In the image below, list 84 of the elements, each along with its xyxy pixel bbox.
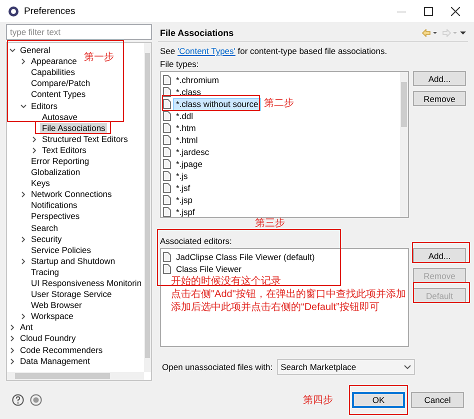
chevron-down-icon[interactable] <box>9 47 16 54</box>
highlight-frame <box>349 385 408 415</box>
app-icon <box>8 6 19 16</box>
tree-item[interactable]: Code Recommenders <box>18 344 105 356</box>
add-button[interactable]: Add... <box>413 71 466 86</box>
list-scrollbar[interactable] <box>400 72 408 217</box>
open-with-dropdown[interactable]: Search Marketplace <box>276 359 415 375</box>
file-type-item[interactable]: *.ddl <box>173 110 196 122</box>
tree-item[interactable]: Keys <box>29 178 52 190</box>
forward-arrow-icon[interactable] <box>442 28 466 36</box>
tree-item[interactable]: Web Browser <box>29 300 84 312</box>
intro-text: See 'Content Types' for content-type based file associations. <box>160 45 388 58</box>
tree-item[interactable]: Notifications <box>29 200 80 212</box>
tree-item[interactable]: User Storage Service <box>29 289 114 300</box>
step-label: 第四步 <box>303 394 333 407</box>
remove-button[interactable]: Remove <box>413 91 466 106</box>
file-type-item[interactable]: *.htm <box>173 122 199 134</box>
window-title: Preferences <box>24 6 76 16</box>
file-type-item[interactable]: *.html <box>173 134 201 146</box>
file-type-item[interactable]: *.jsp <box>173 194 196 206</box>
back-arrow-icon[interactable] <box>422 28 438 36</box>
tree-item[interactable]: File Associations <box>40 122 108 134</box>
tree-item[interactable]: Network Connections <box>29 189 114 200</box>
annotation-note: 开始的时候没有这个记录 <box>171 275 282 288</box>
file-type-item[interactable]: *.jspf <box>173 206 198 218</box>
close-icon <box>450 6 460 16</box>
tree-item[interactable]: General <box>18 45 52 56</box>
tree-item[interactable]: Appearance <box>29 56 79 68</box>
tree-item[interactable]: Autosave <box>40 112 80 123</box>
step-label: 第一步 <box>84 50 114 64</box>
horizontal-scrollbar[interactable] <box>7 372 144 380</box>
tree-item[interactable]: Tracing <box>29 266 62 278</box>
open-with-label: Open unassociated files with: <box>162 360 273 374</box>
tree-item[interactable]: Perspectives <box>29 211 82 222</box>
tree-item[interactable]: Structured Text Editors <box>40 134 130 145</box>
annotation-note: 添加后选中此项并点击右侧的“Default”按钮即可 <box>171 301 380 314</box>
file-type-item[interactable]: *.class without source <box>173 98 262 110</box>
tree-item[interactable]: Error Reporting <box>29 156 92 167</box>
tree-item[interactable]: Compare/Patch <box>29 78 92 90</box>
file-type-item[interactable]: *.chromium <box>173 74 222 86</box>
add-button[interactable]: Add... <box>413 248 466 263</box>
step-label: 第二步 <box>264 96 294 110</box>
tree-item[interactable]: Service Policies <box>29 244 93 256</box>
tree-item[interactable]: Cloud Foundry <box>18 333 78 344</box>
chevron-right-icon[interactable] <box>20 258 27 265</box>
maximize-icon <box>424 6 432 16</box>
tree-item[interactable]: Startup and Shutdown <box>29 256 118 267</box>
file-type-item[interactable]: *.js <box>173 170 191 182</box>
tree-item[interactable]: Data Management <box>18 356 92 367</box>
highlight-frame <box>412 242 470 263</box>
help-icon[interactable] <box>12 394 24 406</box>
ok-button[interactable]: OK <box>352 392 405 408</box>
file-type-item[interactable]: *.jpage <box>173 158 206 170</box>
file-type-item[interactable]: *.class <box>173 86 204 98</box>
page-title: File Associations <box>160 28 235 38</box>
chevron-right-icon[interactable] <box>20 58 27 66</box>
vertical-scrollbar[interactable] <box>144 43 151 372</box>
file-type-item[interactable]: *.jardesc <box>173 146 212 158</box>
tree-item[interactable]: Ant <box>18 322 35 334</box>
tree-item[interactable]: Capabilities <box>29 67 77 78</box>
tree-item[interactable]: Text Editors <box>40 144 88 156</box>
chevron-right-icon[interactable] <box>20 191 27 198</box>
chevron-down-icon[interactable] <box>20 102 27 110</box>
tree-item[interactable]: Security <box>29 234 64 245</box>
filter-field[interactable]: type filter text <box>6 24 152 40</box>
cancel-button[interactable]: Cancel <box>411 392 464 408</box>
chevron-right-icon[interactable] <box>20 236 27 243</box>
content-types-link[interactable]: 'Content Types' <box>178 46 236 56</box>
editor-item[interactable]: JadClipse Class File Viewer (default) <box>173 250 318 264</box>
step-label: 第三步 <box>255 216 285 230</box>
file-type-item[interactable]: *.jsf <box>173 182 194 194</box>
record-icon[interactable] <box>30 394 42 406</box>
file-types-label: File types: <box>160 58 200 71</box>
highlight-frame <box>413 282 470 303</box>
tree-item[interactable]: Workspace <box>29 311 76 322</box>
tree-item[interactable]: Globalization <box>29 167 82 178</box>
editor-item[interactable]: Class File Viewer <box>173 262 245 276</box>
tree-item[interactable]: Search <box>29 222 60 234</box>
tree-item[interactable]: Editors <box>29 100 60 112</box>
annotation-note: 点击右侧"Add"按钮，在弹出的窗口中查找此项并添加 <box>171 288 406 301</box>
caret-icon <box>404 364 411 370</box>
tree-item[interactable]: Content Types <box>29 89 88 100</box>
tree-item[interactable]: UI Responsiveness Monitorin <box>29 278 144 290</box>
associated-editors-label: Associated editors: <box>160 235 233 248</box>
